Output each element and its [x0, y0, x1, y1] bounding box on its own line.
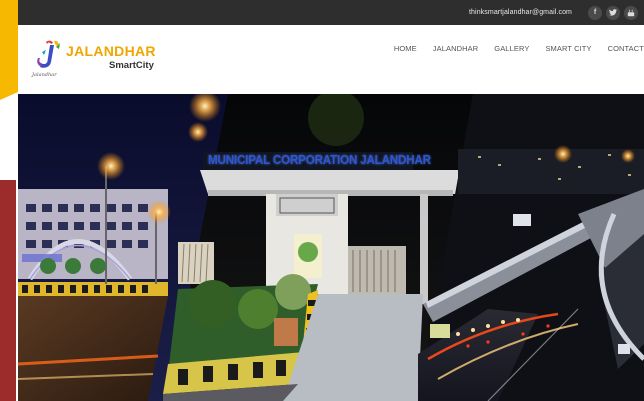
- site-header: JALANDHAR SmartCity Jalandhar HOME JALAN…: [18, 25, 644, 94]
- nav-smart-city[interactable]: SMART CITY: [545, 44, 591, 53]
- nav-contact[interactable]: CONTACT: [608, 44, 644, 53]
- logo-mark-icon: [37, 40, 60, 68]
- page: thinksmartjalandhar@gmail.com f JALANDHA…: [0, 0, 644, 401]
- nav-jalandhar[interactable]: JALANDHAR: [433, 44, 479, 53]
- municipal-corporation-sign: MUNICIPAL CORPORATION JALANDHAR: [208, 153, 431, 167]
- hero-collage-image: [18, 94, 644, 401]
- site-logo[interactable]: JALANDHAR SmartCity Jalandhar: [32, 38, 162, 82]
- logo-small-text: Jalandhar: [32, 72, 57, 78]
- facebook-icon[interactable]: f: [588, 5, 602, 20]
- logo-subtitle: SmartCity: [109, 60, 154, 71]
- main-nav: HOME JALANDHAR GALLERY SMART CITY CONTAC…: [378, 44, 644, 53]
- nav-home[interactable]: HOME: [394, 44, 417, 53]
- hero-slider[interactable]: MUNICIPAL CORPORATION JALANDHAR: [18, 94, 644, 401]
- contact-email[interactable]: thinksmartjalandhar@gmail.com: [469, 9, 572, 16]
- left-accent-red: [0, 180, 16, 401]
- youtube-icon[interactable]: [624, 5, 638, 20]
- top-bar: thinksmartjalandhar@gmail.com f: [18, 0, 644, 25]
- nav-gallery[interactable]: GALLERY: [494, 44, 529, 53]
- logo-title: JALANDHAR: [66, 43, 156, 59]
- left-accent-yellow: [0, 0, 18, 100]
- twitter-icon[interactable]: [606, 5, 620, 20]
